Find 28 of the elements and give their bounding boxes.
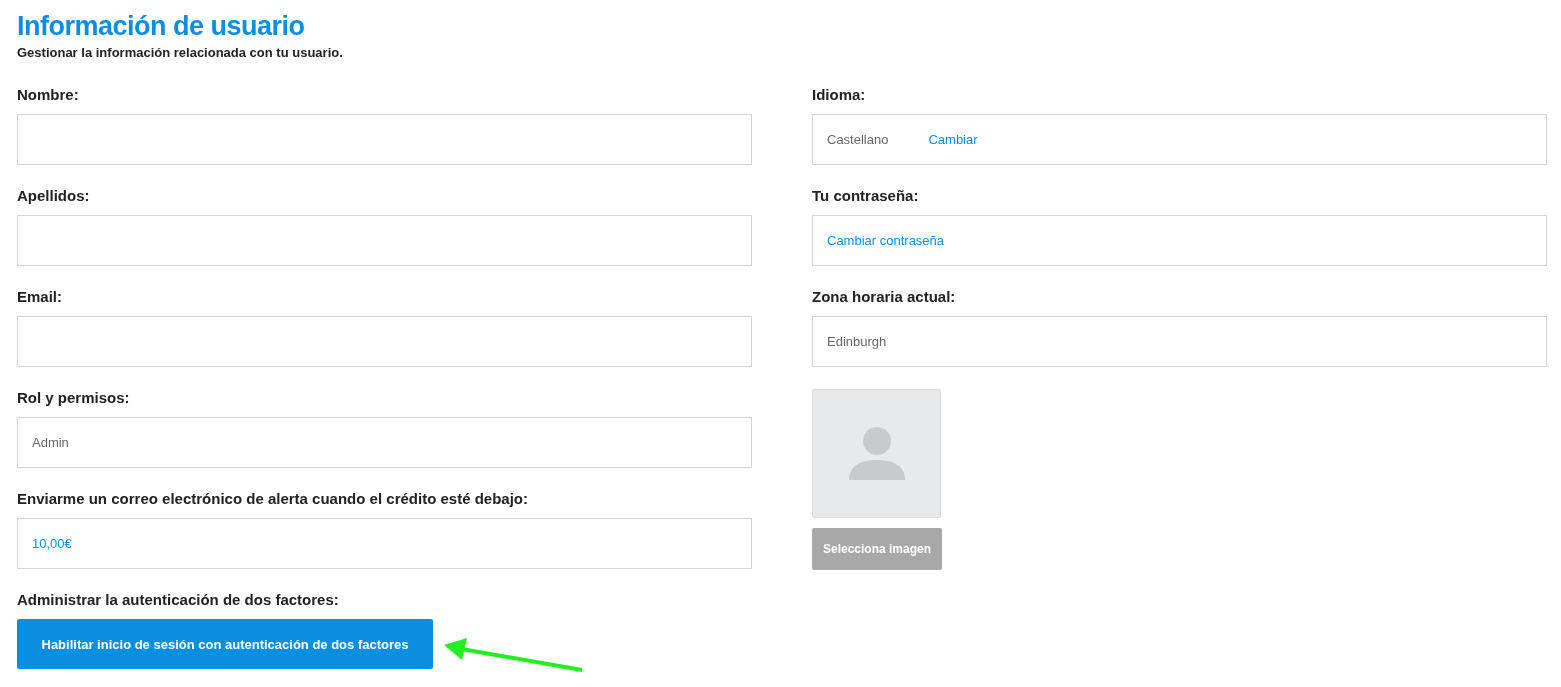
field-label: Zona horaria actual:: [812, 288, 956, 306]
input-field[interactable]: 10,00€: [17, 518, 752, 569]
field-label: Tu contraseña:: [812, 187, 919, 205]
field-link[interactable]: 10,00€: [32, 536, 72, 551]
page-subtitle: Gestionar la información relacionada con tu usuario.: [17, 44, 344, 62]
field-value: Castellano: [827, 132, 889, 147]
field-label: Administrar la autenticación de dos factores:: [17, 591, 339, 609]
field-label: Rol y permisos:: [17, 389, 130, 407]
field-link[interactable]: Cambiar contraseña: [827, 233, 945, 248]
enable-two-factor-button[interactable]: Habilitar inicio de sesión con autenticación de dos factores: [17, 619, 433, 669]
input-field[interactable]: Admin: [17, 417, 752, 468]
field-label: Nombre:: [17, 86, 79, 104]
field-value: Edinburgh: [827, 334, 887, 349]
field-label: Email:: [17, 288, 62, 306]
input-field[interactable]: Cambiar contraseña: [812, 215, 1547, 266]
field-link[interactable]: Cambiar: [928, 132, 978, 147]
field-value: Admin: [32, 435, 69, 450]
input-field[interactable]: [17, 215, 752, 266]
input-field[interactable]: [17, 316, 752, 367]
input-field[interactable]: Castellano Cambiar: [812, 114, 1547, 165]
page-title: Información de usuario: [17, 10, 306, 43]
user-silhouette-icon: [847, 426, 906, 481]
field-label: Apellidos:: [17, 187, 90, 205]
input-field[interactable]: [17, 114, 752, 165]
input-field[interactable]: Edinburgh: [812, 316, 1547, 367]
field-label: Enviarme un correo electrónico de alerta cuando el crédito esté debajo:: [17, 490, 528, 508]
select-image-button[interactable]: Selecciona imagen: [812, 528, 942, 570]
field-label: Idioma:: [812, 86, 866, 104]
